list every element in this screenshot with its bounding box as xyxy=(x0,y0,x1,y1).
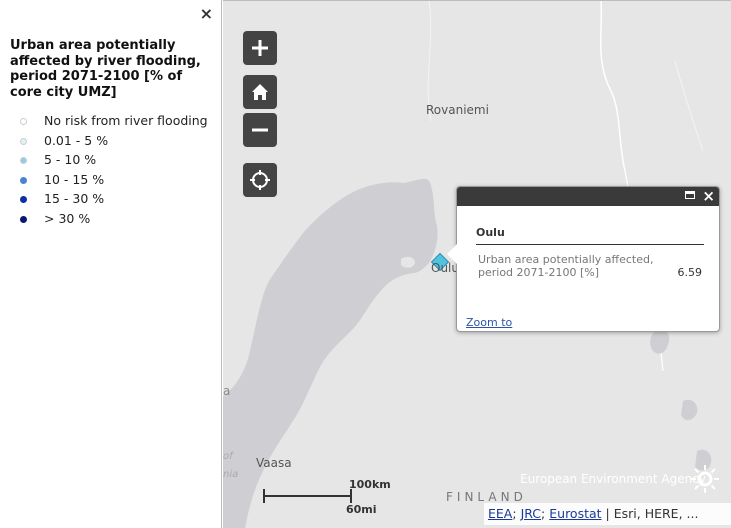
legend-item: 15 - 30 % xyxy=(20,191,210,206)
label-edge-of: of xyxy=(223,451,233,462)
legend-item-label: 10 - 15 % xyxy=(44,171,105,187)
zoom-in-button[interactable] xyxy=(243,31,277,65)
legend-item: 0.01 - 5 % xyxy=(20,133,210,148)
popup-titlebar: × xyxy=(457,187,719,206)
attribution-link-eurostat[interactable]: Eurostat xyxy=(549,506,601,521)
legend-item: No risk from river flooding xyxy=(20,113,210,128)
legend-swatch xyxy=(20,176,27,184)
legend-item: 10 - 15 % xyxy=(20,172,210,187)
label-edge-nia: nia xyxy=(223,469,239,480)
legend-item: > 30 % xyxy=(20,211,210,226)
attribution-link-jrc[interactable]: JRC xyxy=(521,506,541,521)
popup-title: Oulu xyxy=(476,226,505,239)
popup-field-value: 6.59 xyxy=(677,266,703,279)
minus-icon xyxy=(252,128,268,132)
attribution-separator-1: ; xyxy=(512,506,517,521)
legend-item-label: 15 - 30 % xyxy=(44,191,105,206)
attribution: EEA; JRC; Eurostat | Esri, HERE, ... xyxy=(484,503,731,525)
legend-title: Urban area potentially affected by river… xyxy=(10,38,201,100)
maximize-icon[interactable] xyxy=(685,191,695,199)
gulf-of-bothnia xyxy=(223,178,438,528)
popup-pointer xyxy=(447,244,457,264)
scale-km: 100km xyxy=(349,478,391,491)
crosshair-icon xyxy=(250,170,270,190)
legend-swatch xyxy=(20,215,27,223)
info-popup: × Oulu Urban area potentially affected, … xyxy=(447,186,720,332)
zoom-out-button[interactable] xyxy=(243,113,277,147)
legend-close-button[interactable]: × xyxy=(200,6,213,22)
eea-sun-icon xyxy=(691,465,719,493)
legend-item-label: No risk from river flooding xyxy=(44,113,208,128)
legend-item-label: 0.01 - 5 % xyxy=(44,132,109,148)
label-edge-a: a xyxy=(223,384,231,398)
label-finland: FINLAND xyxy=(446,490,527,504)
attribution-separator-2: ; xyxy=(541,506,546,521)
legend-item-label: 5 - 10 % xyxy=(44,152,97,167)
popup-field-label: Urban area potentially affected, period … xyxy=(478,253,654,279)
attribution-link-eea[interactable]: EEA xyxy=(488,506,512,521)
zoom-to-link[interactable]: Zoom to xyxy=(466,316,512,329)
scale-mi: 60mi xyxy=(346,503,377,516)
scale-bar: 100km 60mi xyxy=(262,478,402,518)
plus-icon xyxy=(252,40,268,56)
eea-logo-text: European Environment Agency xyxy=(520,472,706,486)
legend-swatch xyxy=(20,196,27,203)
legend-swatch xyxy=(20,157,27,164)
popup-close-button[interactable]: × xyxy=(702,187,715,206)
home-button[interactable] xyxy=(243,75,277,109)
legend-item: 5 - 10 % xyxy=(20,152,210,167)
label-rovaniemi: Rovaniemi xyxy=(426,103,489,117)
legend-list: No risk from river flooding 0.01 - 5 % 5 -… xyxy=(20,113,210,230)
eea-logo[interactable]: European Environment Agency xyxy=(520,465,719,493)
legend-item-label: > 30 % xyxy=(44,210,91,226)
label-vaasa: Vaasa xyxy=(256,456,292,470)
popup-divider xyxy=(476,244,704,245)
legend-swatch xyxy=(20,137,27,145)
locate-button[interactable] xyxy=(243,163,277,197)
legend-panel: × Urban area potentially affected by riv… xyxy=(0,0,222,528)
legend-swatch xyxy=(20,118,27,125)
home-icon xyxy=(252,84,268,100)
attribution-rest: | Esri, HERE, ... xyxy=(605,506,699,521)
